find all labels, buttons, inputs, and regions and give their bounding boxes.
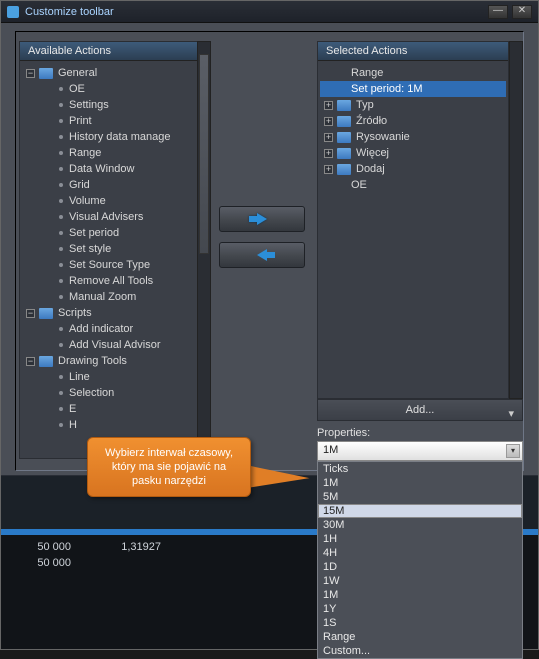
tree-item[interactable]: Add Visual Advisor [22, 337, 195, 353]
tree-group-zrodlo[interactable]: +Źródło [320, 113, 506, 129]
add-action-button[interactable]: Add... ▾ [317, 399, 523, 421]
tree-item[interactable]: Remove All Tools [22, 273, 195, 289]
dropdown-item[interactable]: 1W [318, 574, 522, 588]
titlebar[interactable]: Customize toolbar — ✕ [1, 1, 538, 23]
selected-actions-tree[interactable]: Range Set period: 1M +Typ +Źródło +Rysow… [318, 61, 508, 397]
scrollbar-thumb[interactable] [199, 54, 209, 254]
customize-toolbar-window: Customize toolbar — ✕ 50 0001,31927 50 0… [0, 0, 539, 650]
tree-item[interactable]: Add indicator [22, 321, 195, 337]
window-title: Customize toolbar [25, 6, 114, 18]
tree-group-drawing[interactable]: −Drawing Tools [22, 353, 195, 369]
period-combobox[interactable]: 1M ▾ [317, 441, 523, 461]
selected-actions-header: Selected Actions [318, 42, 508, 61]
tree-item[interactable]: H [22, 417, 195, 433]
tree-item[interactable]: Set style [22, 241, 195, 257]
dropdown-item[interactable]: 4H [318, 546, 522, 560]
dropdown-item[interactable]: 1S [318, 616, 522, 630]
available-actions-header: Available Actions [20, 42, 197, 61]
help-callout: Wybierz interwał czasowy, który ma sie p… [87, 437, 251, 497]
remove-from-selected-button[interactable] [219, 242, 305, 268]
available-actions-panel: Available Actions −General OE Settings P… [19, 41, 197, 459]
tree-group-general[interactable]: −General [22, 65, 195, 81]
tree-item[interactable]: Print [22, 113, 195, 129]
tree-item[interactable]: OE [320, 177, 506, 193]
tree-item[interactable]: Data Window [22, 161, 195, 177]
tree-group-scripts[interactable]: −Scripts [22, 305, 195, 321]
add-to-selected-button[interactable] [219, 206, 305, 232]
callout-text: Wybierz interwał czasowy, który ma sie p… [105, 447, 233, 487]
arrow-left-icon [257, 249, 267, 261]
tree-item[interactable]: Volume [22, 193, 195, 209]
available-actions-tree[interactable]: −General OE Settings Print History data … [20, 61, 197, 457]
tree-group-wiecej[interactable]: +Więcej [320, 145, 506, 161]
tree-item[interactable]: Range [22, 145, 195, 161]
period-dropdown[interactable]: Ticks 1M 5M 15M 30M 1H 4H 1D 1W 1M 1Y 1S… [317, 461, 523, 659]
dropdown-item[interactable]: Range [318, 630, 522, 644]
tree-item[interactable]: Visual Advisers [22, 209, 195, 225]
tree-group-dodaj[interactable]: +Dodaj [320, 161, 506, 177]
dropdown-item-hover[interactable]: 15M [318, 504, 522, 518]
dropdown-item[interactable]: 1Y [318, 602, 522, 616]
tree-item[interactable]: History data manage [22, 129, 195, 145]
bg-data-row: 50 000 [1, 557, 91, 573]
tree-item[interactable]: Settings [22, 97, 195, 113]
tree-item[interactable]: Selection [22, 385, 195, 401]
dropdown-item[interactable]: Ticks [318, 462, 522, 476]
tree-item[interactable]: Set period [22, 225, 195, 241]
properties-label: Properties: [317, 427, 370, 439]
app-icon [7, 6, 19, 18]
dropdown-item[interactable]: 30M [318, 518, 522, 532]
selected-scrollbar[interactable] [509, 41, 523, 399]
chevron-down-icon: ▾ [508, 404, 514, 424]
close-button[interactable]: ✕ [512, 5, 532, 19]
tree-item[interactable]: OE [22, 81, 195, 97]
combobox-value: 1M [323, 444, 338, 456]
dropdown-item[interactable]: Custom... [318, 644, 522, 658]
available-scrollbar[interactable] [197, 41, 211, 459]
tree-item[interactable]: Manual Zoom [22, 289, 195, 305]
arrow-right-icon [257, 213, 267, 225]
add-label: Add... [406, 404, 435, 416]
tree-group-typ[interactable]: +Typ [320, 97, 506, 113]
dropdown-item[interactable]: 1H [318, 532, 522, 546]
bg-data-row: 50 0001,31927 [1, 541, 181, 557]
tree-item-selected[interactable]: Set period: 1M [320, 81, 506, 97]
dropdown-item[interactable]: 1D [318, 560, 522, 574]
tree-group-rysowanie[interactable]: +Rysowanie [320, 129, 506, 145]
chevron-down-icon: ▾ [506, 444, 520, 458]
minimize-button[interactable]: — [488, 5, 508, 19]
tree-item[interactable]: Grid [22, 177, 195, 193]
tree-item[interactable]: Range [320, 65, 506, 81]
tree-item[interactable]: E [22, 401, 195, 417]
dropdown-item[interactable]: 5M [318, 490, 522, 504]
selected-actions-panel: Selected Actions Range Set period: 1M +T… [317, 41, 509, 399]
dropdown-item[interactable]: 1M [318, 588, 522, 602]
tree-item[interactable]: Line [22, 369, 195, 385]
tree-item[interactable]: Set Source Type [22, 257, 195, 273]
dropdown-item[interactable]: 1M [318, 476, 522, 490]
